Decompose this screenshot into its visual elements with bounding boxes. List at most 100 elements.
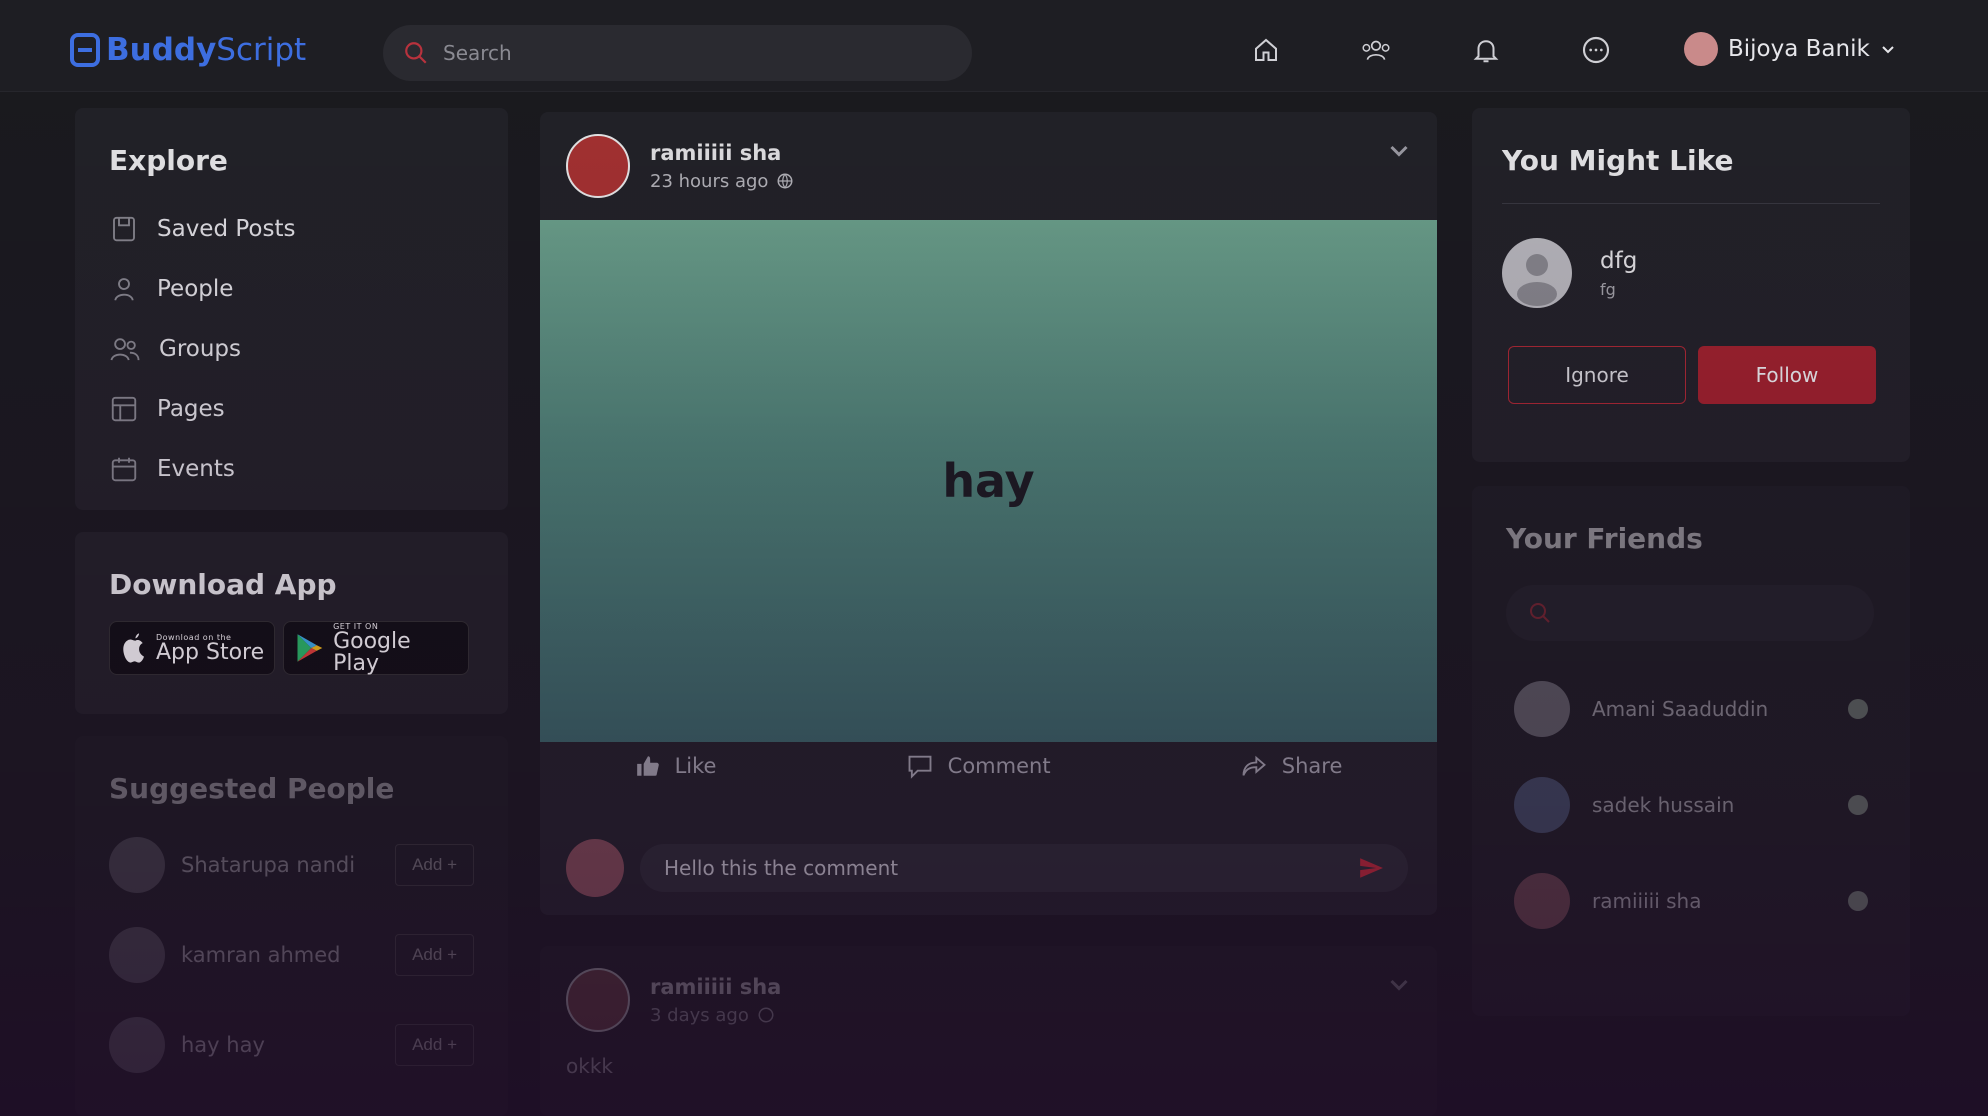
- suggested-user-sub: fg: [1600, 279, 1616, 299]
- like-label: Like: [674, 754, 717, 778]
- google-play-big: Google Play: [333, 628, 411, 676]
- explore-item-label: Groups: [159, 336, 242, 362]
- send-icon[interactable]: [1358, 855, 1384, 881]
- friends-icon[interactable]: [1360, 34, 1392, 66]
- search-icon: [1530, 603, 1550, 623]
- suggested-user-name[interactable]: dfg: [1600, 248, 1637, 274]
- explore-item-label: Pages: [157, 396, 225, 422]
- search-icon: [405, 42, 427, 64]
- add-button[interactable]: Add +: [395, 844, 474, 886]
- friend-name: ramiiiii sha: [1592, 889, 1702, 913]
- user-name: Bijoya Banik: [1728, 36, 1870, 62]
- share-button[interactable]: Share: [1240, 752, 1343, 780]
- google-play-icon: [297, 634, 323, 662]
- person-icon: [114, 278, 134, 301]
- avatar: [109, 1017, 165, 1073]
- person-name[interactable]: Shatarupa nandi: [181, 853, 395, 877]
- ignore-button[interactable]: Ignore: [1508, 346, 1686, 404]
- list-item[interactable]: ramiiiii sha: [1506, 873, 1876, 929]
- post-text: okkk: [566, 1054, 613, 1078]
- list-item: Shatarupa nandi Add +: [109, 835, 474, 895]
- follow-button[interactable]: Follow: [1698, 346, 1876, 404]
- avatar: [566, 839, 624, 897]
- post-author[interactable]: ramiiiii sha: [650, 975, 781, 999]
- bell-icon[interactable]: [1470, 34, 1502, 66]
- post-time: 3 days ago: [650, 1004, 749, 1026]
- person-name[interactable]: hay hay: [181, 1033, 395, 1057]
- list-item[interactable]: Amani Saaduddin: [1506, 681, 1876, 737]
- you-might-like-card: You Might Like dfg fg Ignore Follow: [1472, 108, 1910, 462]
- groups-icon: [110, 338, 140, 361]
- list-item: hay hay Add +: [109, 1015, 474, 1075]
- comment-composer: [566, 839, 1408, 897]
- brand-logo[interactable]: BuddyScript: [70, 30, 306, 70]
- explore-item-events[interactable]: Events: [109, 439, 474, 499]
- friend-name: sadek hussain: [1592, 793, 1735, 817]
- comment-button[interactable]: Comment: [906, 752, 1051, 780]
- add-button[interactable]: Add +: [395, 1024, 474, 1066]
- online-status-dot: [1848, 891, 1868, 911]
- pages-icon: [111, 396, 137, 422]
- avatar: [1684, 32, 1718, 66]
- avatar: [1514, 777, 1570, 833]
- logo-icon: [70, 33, 100, 67]
- explore-item-groups[interactable]: Groups: [109, 319, 474, 379]
- add-button[interactable]: Add +: [395, 934, 474, 976]
- top-navbar: BuddyScript Bijoya Banik: [0, 0, 1988, 92]
- apple-icon: [123, 633, 144, 663]
- suggested-title: Suggested People: [109, 772, 395, 805]
- avatar: [109, 927, 165, 983]
- person-name[interactable]: kamran ahmed: [181, 943, 395, 967]
- friend-search-bar[interactable]: [1506, 585, 1874, 641]
- home-icon[interactable]: [1250, 34, 1282, 66]
- explore-item-label: Events: [157, 456, 235, 482]
- bookmark-icon: [113, 216, 135, 242]
- list-item: kamran ahmed Add +: [109, 925, 474, 985]
- google-play-button[interactable]: GET IT ON Google Play: [283, 621, 469, 675]
- explore-item-people[interactable]: People: [109, 259, 474, 319]
- brand-name-bold: Buddy: [106, 32, 217, 68]
- calendar-icon: [111, 457, 137, 482]
- chat-icon[interactable]: [1580, 34, 1612, 66]
- post-card: ramiiiii sha 23 hours ago hay Like Comme…: [540, 112, 1437, 915]
- download-title: Download App: [109, 568, 337, 601]
- explore-item-label: People: [157, 276, 234, 302]
- search-input[interactable]: [443, 41, 923, 65]
- like-button[interactable]: Like: [635, 752, 717, 780]
- post-header: ramiiiii sha 3 days ago: [540, 946, 1437, 1054]
- chevron-down-icon[interactable]: [1387, 972, 1411, 996]
- avatar: [109, 837, 165, 893]
- post-meta: 23 hours ago: [650, 171, 794, 192]
- avatar: [1514, 681, 1570, 737]
- avatar: [1514, 873, 1570, 929]
- suggested-user: dfg fg: [1502, 238, 1880, 308]
- avatar[interactable]: [566, 134, 630, 198]
- post-text-background: hay: [540, 220, 1437, 742]
- avatar[interactable]: [566, 968, 630, 1032]
- might-like-title: You Might Like: [1502, 144, 1734, 177]
- post-header: ramiiiii sha 23 hours ago: [540, 112, 1437, 220]
- post-actions: Like Comment Share: [540, 752, 1437, 780]
- app-store-button[interactable]: Download on the App Store: [109, 621, 275, 675]
- comment-field: [640, 844, 1408, 892]
- app-store-big: App Store: [156, 639, 265, 665]
- post-meta: 3 days ago: [650, 1005, 781, 1026]
- post-author[interactable]: ramiiiii sha: [650, 141, 794, 165]
- explore-item-pages[interactable]: Pages: [109, 379, 474, 439]
- globe-icon: [777, 173, 793, 189]
- user-menu[interactable]: Bijoya Banik: [1684, 32, 1896, 66]
- globe-icon: [758, 1007, 774, 1023]
- share-icon: [1242, 755, 1266, 776]
- friends-title: Your Friends: [1506, 522, 1703, 555]
- comment-input[interactable]: [664, 856, 1324, 880]
- list-item[interactable]: sadek hussain: [1506, 777, 1876, 833]
- chevron-down-icon[interactable]: [1387, 138, 1411, 162]
- chevron-down-icon: [1882, 46, 1894, 54]
- explore-item-saved-posts[interactable]: Saved Posts: [109, 199, 474, 259]
- your-friends-card: Your Friends Amani Saaduddin sadek hussa…: [1472, 486, 1910, 1016]
- share-label: Share: [1281, 754, 1343, 778]
- post-text: hay: [942, 454, 1035, 508]
- avatar[interactable]: [1502, 238, 1572, 308]
- brand-name-light: Script: [216, 32, 307, 68]
- suggested-people-card: Suggested People Shatarupa nandi Add + k…: [75, 736, 508, 1116]
